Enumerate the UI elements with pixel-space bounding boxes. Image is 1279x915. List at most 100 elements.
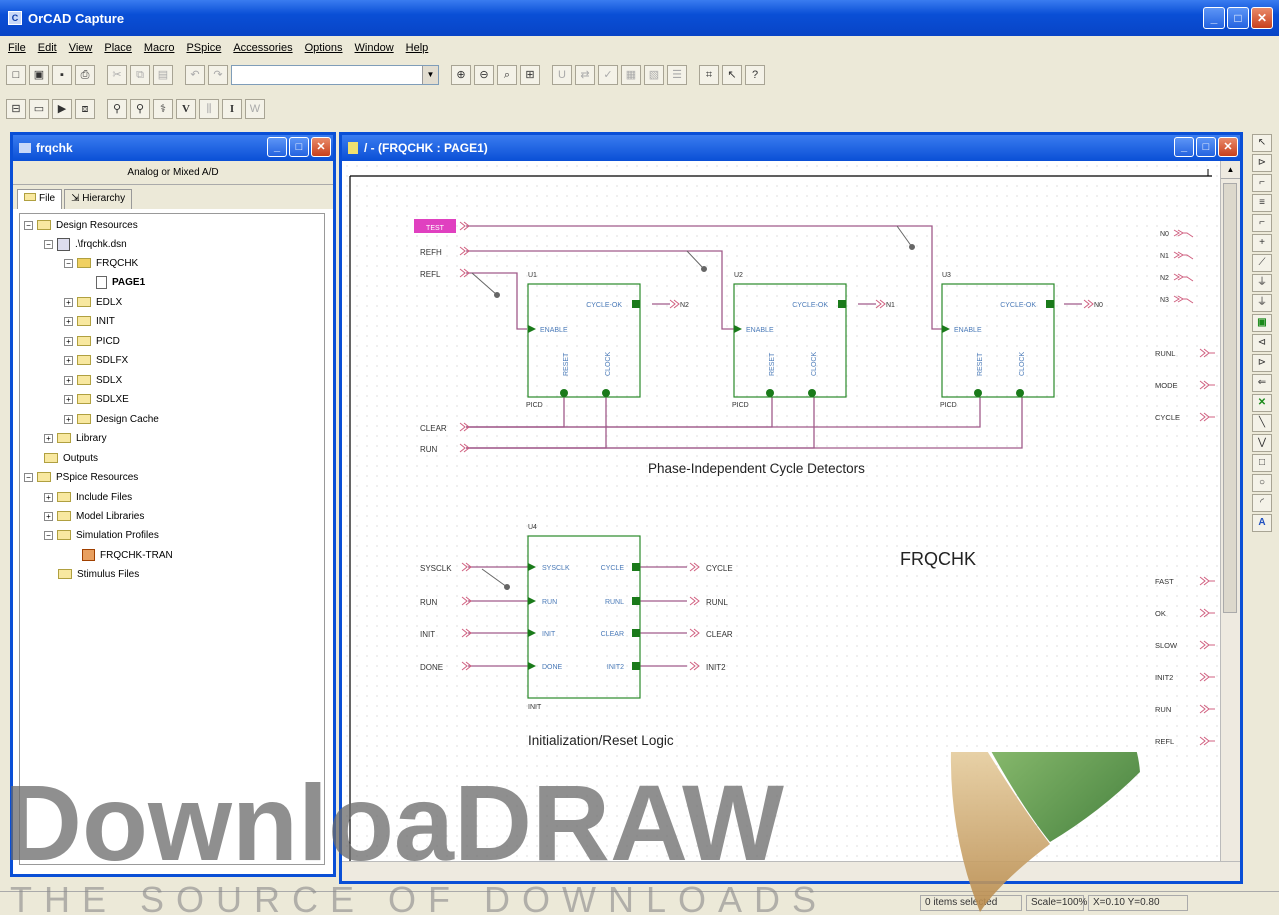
close-button[interactable]: ✕ — [1251, 7, 1273, 29]
port-u4-init[interactable]: INIT — [420, 630, 435, 639]
edit-sim-profile-icon[interactable]: ▭ — [29, 99, 49, 119]
save-icon[interactable]: ▪ — [52, 65, 72, 85]
vertical-scrollbar[interactable]: ▲ — [1220, 161, 1240, 861]
place-ground-icon[interactable]: ⏚ — [1252, 294, 1272, 312]
menu-options[interactable]: Options — [305, 42, 343, 54]
port-run[interactable]: RUN — [420, 445, 438, 454]
cd-output-net[interactable]: N2 — [680, 302, 689, 309]
right-port[interactable]: RUN — [1155, 705, 1171, 714]
right-port[interactable]: REFL — [1155, 737, 1174, 746]
tree-node-sdlx[interactable]: + SDLX — [64, 371, 122, 389]
snap-grid-icon[interactable]: ⌗ — [699, 65, 719, 85]
tree-node-design-resources[interactable]: − Design Resources — [24, 216, 138, 234]
menu-accessories[interactable]: Accessories — [233, 42, 292, 54]
tab-hierarchy[interactable]: ⇲ Hierarchy — [64, 189, 133, 209]
cd-output-net[interactable]: N0 — [1094, 302, 1103, 309]
port-out-cycle[interactable]: CYCLE — [706, 564, 733, 573]
tree-node-sdlxe[interactable]: + SDLXE — [64, 390, 129, 408]
zoom-all-icon[interactable]: ⊞ — [520, 65, 540, 85]
undo-icon[interactable]: ↶ — [185, 65, 205, 85]
annotate-icon[interactable]: U — [552, 65, 572, 85]
schematic-minimize-button[interactable]: _ — [1174, 137, 1194, 157]
zoom-area-icon[interactable]: ⌕ — [497, 65, 517, 85]
expand-icon[interactable]: + — [64, 375, 73, 385]
right-out-port[interactable]: N0 — [1160, 231, 1169, 238]
tree-node-design-cache[interactable]: + Design Cache — [64, 410, 159, 428]
help-icon[interactable]: ? — [745, 65, 765, 85]
place-bus-entry-icon[interactable]: ⟋ — [1252, 254, 1272, 272]
expand-icon[interactable]: + — [64, 316, 73, 326]
new-sim-profile-icon[interactable]: ⊟ — [6, 99, 26, 119]
port-out-clear[interactable]: CLEAR — [706, 630, 733, 639]
collapse-icon[interactable]: − — [24, 472, 33, 482]
tree-node-dsn[interactable]: − .\frqchk.dsn — [44, 235, 127, 253]
expand-icon[interactable]: + — [64, 414, 73, 424]
project-close-button[interactable]: ✕ — [311, 137, 331, 157]
power-probe-icon[interactable]: ⚕ — [153, 99, 173, 119]
place-ellipse-icon[interactable]: ○ — [1252, 474, 1272, 492]
paste-icon[interactable]: ▤ — [153, 65, 173, 85]
bias-current-icon[interactable]: I — [222, 99, 242, 119]
right-out-port[interactable]: N2 — [1160, 275, 1169, 282]
place-line-icon[interactable]: ╲ — [1252, 414, 1272, 432]
project-minimize-button[interactable]: _ — [267, 137, 287, 157]
port-out-runl[interactable]: RUNL — [706, 598, 728, 607]
new-icon[interactable]: □ — [6, 65, 26, 85]
menu-file[interactable]: File — [8, 42, 26, 54]
right-out-port[interactable]: N3 — [1160, 297, 1169, 304]
drc-icon[interactable]: ✓ — [598, 65, 618, 85]
part-search-combo[interactable]: ▼ — [231, 65, 439, 85]
right-port[interactable]: OK — [1155, 609, 1166, 618]
tree-node-simulation-profiles[interactable]: − Simulation Profiles — [44, 526, 159, 544]
schematic-maximize-button[interactable]: □ — [1196, 137, 1216, 157]
place-text-icon[interactable]: A — [1252, 514, 1272, 532]
copy-icon[interactable]: ⧉ — [130, 65, 150, 85]
bias-power-icon[interactable]: W — [245, 99, 265, 119]
maximize-button[interactable]: □ — [1227, 7, 1249, 29]
schematic-close-button[interactable]: ✕ — [1218, 137, 1238, 157]
place-no-connect-icon[interactable]: ✕ — [1252, 394, 1272, 412]
port-refh[interactable]: REFH — [420, 248, 442, 257]
current-probe-icon[interactable]: ⚲ — [130, 99, 150, 119]
place-arc-icon[interactable]: ◜ — [1252, 494, 1272, 512]
expand-icon[interactable]: + — [44, 492, 53, 502]
right-port[interactable]: RUNL — [1155, 349, 1175, 358]
place-polyline-icon[interactable]: ⋁ — [1252, 434, 1272, 452]
menu-pspice[interactable]: PSpice — [186, 42, 221, 54]
minimize-button[interactable]: _ — [1203, 7, 1225, 29]
redo-icon[interactable]: ↷ — [208, 65, 228, 85]
zoom-out-icon[interactable]: ⊖ — [474, 65, 494, 85]
menu-window[interactable]: Window — [355, 42, 394, 54]
schematic-canvas[interactable]: TEST REFH REFL CLEAR RUN U1 CYCLE-OK ENABL… — [342, 161, 1220, 861]
place-port-icon[interactable]: ⊲ — [1252, 334, 1272, 352]
tab-file[interactable]: File — [17, 189, 63, 209]
collapse-icon[interactable]: − — [44, 239, 53, 249]
place-hier-block-icon[interactable]: ▣ — [1252, 314, 1272, 332]
tree-node-stimulus-files[interactable]: Stimulus Files — [58, 565, 139, 583]
voltage-probe-icon[interactable]: ⚲ — [107, 99, 127, 119]
cd-output-net[interactable]: N1 — [886, 302, 895, 309]
expand-icon[interactable]: + — [64, 394, 73, 404]
tree-node-picd[interactable]: + PICD — [64, 332, 120, 350]
right-out-port[interactable]: N1 — [1160, 253, 1169, 260]
tree-node-library[interactable]: + Library — [44, 429, 107, 447]
port-clear[interactable]: CLEAR — [420, 424, 447, 433]
collapse-icon[interactable]: − — [64, 258, 73, 268]
scroll-thumb[interactable] — [1223, 183, 1237, 613]
run-icon[interactable]: ▶ — [52, 99, 72, 119]
collapse-icon[interactable]: − — [44, 530, 53, 540]
zoom-in-icon[interactable]: ⊕ — [451, 65, 471, 85]
port-done[interactable]: DONE — [420, 663, 443, 672]
place-junction-icon[interactable]: + — [1252, 234, 1272, 252]
place-hier-pin-icon[interactable]: ⊳ — [1252, 354, 1272, 372]
picd-block[interactable] — [941, 283, 1055, 398]
place-wire-icon[interactable]: ⌐ — [1252, 174, 1272, 192]
bom-icon[interactable]: ☰ — [667, 65, 687, 85]
place-rectangle-icon[interactable]: □ — [1252, 454, 1272, 472]
select-tool-icon[interactable]: ↖ — [1252, 134, 1272, 152]
menu-help[interactable]: Help — [406, 42, 429, 54]
open-icon[interactable]: ▣ — [29, 65, 49, 85]
picd-block[interactable] — [733, 283, 847, 398]
port-refl[interactable]: REFL — [420, 270, 441, 279]
port-out-init2[interactable]: INIT2 — [706, 663, 726, 672]
